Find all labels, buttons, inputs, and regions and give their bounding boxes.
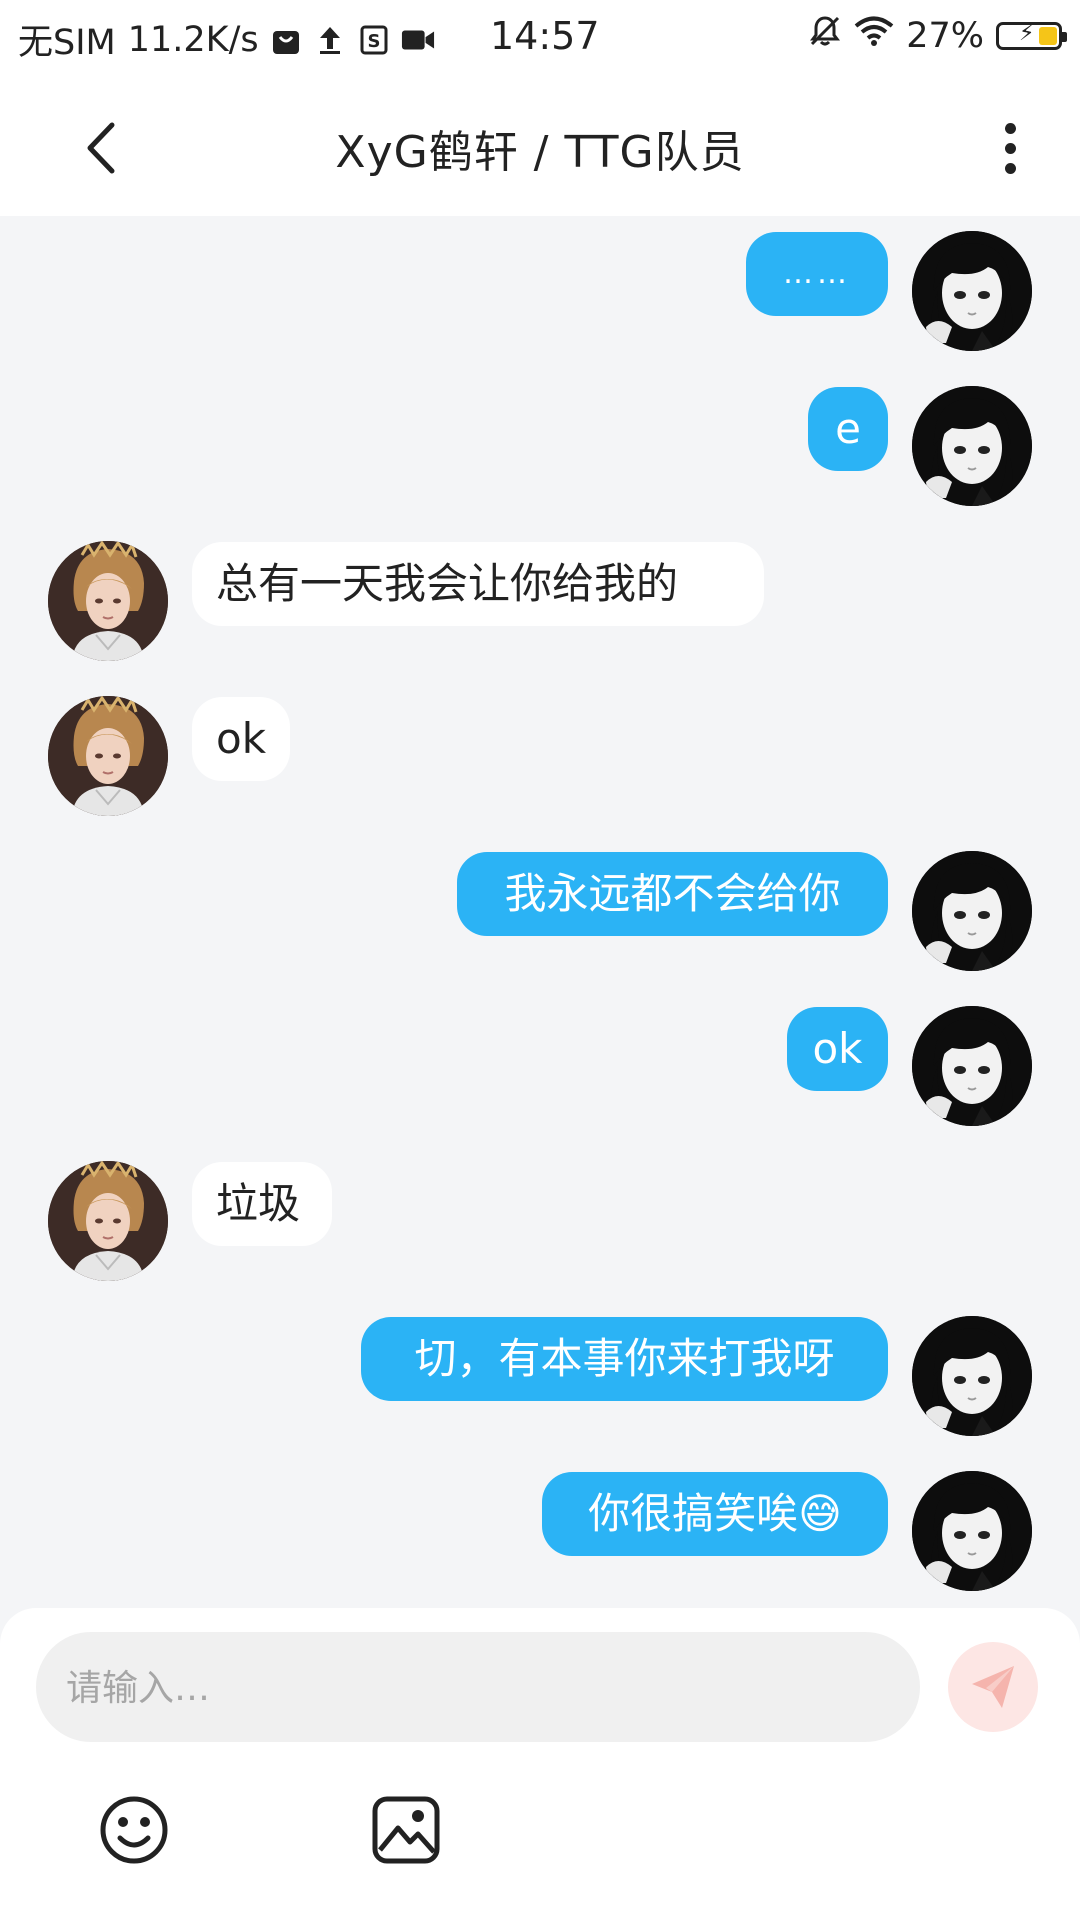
message-bubble-mine[interactable]: ok bbox=[787, 1007, 888, 1091]
message-input-wrapper[interactable] bbox=[36, 1632, 920, 1744]
message-bubble-contact[interactable]: 垃圾 bbox=[192, 1162, 332, 1246]
battery-icon: ⚡ bbox=[996, 21, 1067, 50]
image-icon bbox=[372, 1796, 440, 1864]
shopping-bag-icon bbox=[269, 23, 303, 57]
send-button[interactable] bbox=[948, 1642, 1038, 1732]
carrier-label: 无SIM bbox=[18, 23, 116, 63]
image-button[interactable] bbox=[370, 1794, 442, 1866]
my-avatar[interactable] bbox=[912, 1471, 1032, 1591]
smiley-icon bbox=[100, 1796, 168, 1864]
composer bbox=[0, 1608, 1080, 1920]
emoji-button[interactable] bbox=[98, 1794, 170, 1866]
status-right: 27% ⚡ bbox=[808, 14, 1067, 57]
svg-text:S: S bbox=[367, 31, 380, 52]
message-bubble-mine[interactable]: 我永远都不会给你 bbox=[457, 852, 888, 936]
message-bubble-mine[interactable]: …… bbox=[746, 232, 888, 316]
message-bubble-contact[interactable]: ok bbox=[192, 697, 290, 781]
message-bubble-mine[interactable]: e bbox=[808, 387, 888, 471]
network-speed: 11.2K/s bbox=[127, 19, 259, 60]
message-bubble-mine[interactable]: 切，有本事你来打我呀 bbox=[361, 1317, 888, 1401]
my-avatar[interactable] bbox=[912, 1006, 1032, 1126]
contact-avatar[interactable] bbox=[48, 541, 168, 661]
status-time: 14:57 bbox=[490, 14, 600, 58]
message-input[interactable] bbox=[64, 1632, 888, 1744]
page-title: XyG鹤轩 / TTG队员 bbox=[335, 127, 745, 178]
upload-icon bbox=[313, 23, 347, 57]
message-bubble-mine[interactable]: 你很搞笑唉😅 bbox=[542, 1472, 888, 1556]
paper-plane-icon bbox=[972, 1666, 1014, 1708]
status-left: 无SIM 11.2K/s S bbox=[18, 14, 435, 65]
my-avatar[interactable] bbox=[912, 851, 1032, 971]
more-dot bbox=[1004, 122, 1016, 134]
mute-bell-icon bbox=[808, 14, 842, 57]
my-avatar[interactable] bbox=[912, 1316, 1032, 1436]
battery-percent: 27% bbox=[906, 15, 984, 56]
contact-avatar[interactable] bbox=[48, 696, 168, 816]
video-icon bbox=[401, 23, 435, 57]
contact-avatar[interactable] bbox=[48, 1161, 168, 1281]
wifi-icon bbox=[854, 15, 894, 56]
s-app-icon: S bbox=[357, 23, 391, 57]
more-dot bbox=[1004, 162, 1016, 174]
status-bar: 无SIM 11.2K/s S 14:57 27% ⚡ bbox=[0, 0, 1080, 76]
my-avatar[interactable] bbox=[912, 386, 1032, 506]
chat-header: XyG鹤轩 / TTG队员 bbox=[0, 76, 1080, 216]
message-bubble-contact[interactable]: 总有一天我会让你给我的 bbox=[192, 542, 764, 626]
more-dot bbox=[1004, 142, 1016, 154]
my-avatar[interactable] bbox=[912, 231, 1032, 351]
more-button[interactable] bbox=[980, 110, 1040, 186]
